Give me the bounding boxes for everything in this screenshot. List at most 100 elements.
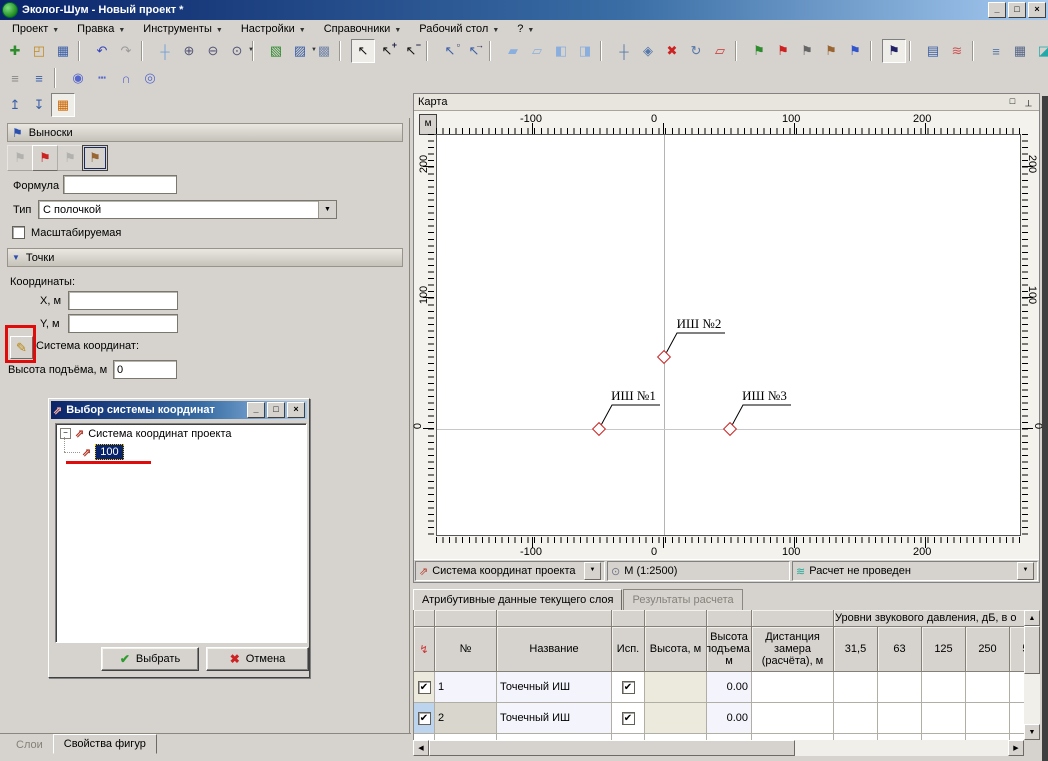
- panel-prev-button[interactable]: ↥: [3, 93, 27, 117]
- used-cell[interactable]: ✔: [612, 672, 645, 703]
- callout-marker-button[interactable]: ⚑: [819, 39, 843, 63]
- points-section-header[interactable]: ▼ Точки: [7, 248, 403, 267]
- row-number-cell[interactable]: 2: [435, 703, 497, 734]
- pick-figure-button[interactable]: ▩: [312, 39, 336, 63]
- layers-pack-button[interactable]: ≡: [3, 66, 27, 90]
- combine-xor-button[interactable]: ◨: [573, 39, 597, 63]
- level-cell[interactable]: [922, 703, 966, 734]
- callout-add-button[interactable]: ⚑: [7, 145, 33, 171]
- checkbox[interactable]: ✔: [622, 712, 635, 725]
- column-header-9[interactable]: 125: [922, 627, 966, 672]
- combine-intersect-button[interactable]: ◧: [549, 39, 573, 63]
- chevron-down-icon[interactable]: ▼: [318, 201, 336, 218]
- name-cell[interactable]: Точечный ИШ: [497, 703, 612, 734]
- checkbox[interactable]: ✔: [418, 681, 431, 694]
- map-canvas[interactable]: ИШ №1ИШ №2ИШ №3: [436, 134, 1021, 536]
- move-vertex-button[interactable]: ┼: [612, 39, 636, 63]
- coord-system-selector[interactable]: ⇗ Система координат проекта ▼: [415, 561, 605, 581]
- distance-cell[interactable]: [752, 672, 834, 703]
- zoom-in-button[interactable]: ⊕: [177, 39, 201, 63]
- add-figure-button[interactable]: ▧: [264, 39, 288, 63]
- column-header-3[interactable]: Исп.: [612, 627, 645, 672]
- callout-type-select[interactable]: С полочкой ▼: [38, 200, 337, 219]
- pan-tool-button[interactable]: ┼: [153, 39, 177, 63]
- lift-height-input[interactable]: [113, 360, 177, 379]
- callout-position-button[interactable]: ⚑: [843, 39, 867, 63]
- callout-delete-button[interactable]: ⚑: [32, 145, 58, 171]
- edit-polygon-button[interactable]: ▱: [708, 39, 732, 63]
- callout-marker-button[interactable]: ⚑: [82, 145, 108, 171]
- column-header-10[interactable]: 250: [966, 627, 1010, 672]
- scroll-left-icon[interactable]: ◀: [413, 740, 429, 756]
- cancel-button[interactable]: ✖ Отмена: [206, 647, 309, 671]
- level-cell[interactable]: [1010, 672, 1024, 703]
- menu-item-help[interactable]: ?▼: [511, 21, 540, 37]
- noise-area-source-button[interactable]: ◎: [138, 66, 162, 90]
- level-cell[interactable]: [922, 672, 966, 703]
- layers-book-button[interactable]: ≡: [27, 66, 51, 90]
- combine-subtract-button[interactable]: ▱: [525, 39, 549, 63]
- save-project-button[interactable]: ▦: [51, 39, 75, 63]
- column-header-4[interactable]: Высота, м: [645, 627, 707, 672]
- ruler-list-button[interactable]: ≡: [984, 39, 1008, 63]
- menu-item-desktop[interactable]: Рабочий стол▼: [413, 21, 505, 37]
- row-select-cell[interactable]: ✔: [414, 703, 435, 734]
- edit-contour-button[interactable]: ↻: [684, 39, 708, 63]
- select-copy-button[interactable]: ↖▫: [438, 39, 462, 63]
- redo-button[interactable]: ↷: [114, 39, 138, 63]
- level-cell[interactable]: [966, 672, 1010, 703]
- level-cell[interactable]: [834, 672, 878, 703]
- tab-calc-results[interactable]: Результаты расчета: [623, 589, 742, 610]
- x-input[interactable]: [68, 291, 178, 310]
- select-move-button[interactable]: ↖→: [462, 39, 486, 63]
- zoom-scale-button[interactable]: ⊙▼: [225, 39, 249, 63]
- menu-item-edit[interactable]: Правка▼: [71, 21, 131, 37]
- pin-icon[interactable]: ⊤: [1022, 96, 1035, 108]
- tree-node-root[interactable]: − ⇗ Система координат проекта: [60, 427, 232, 440]
- undo-button[interactable]: ↶: [90, 39, 114, 63]
- column-header-select[interactable]: ↯: [414, 627, 435, 672]
- select-button[interactable]: ✔ Выбрать: [101, 647, 199, 671]
- select-remove-button[interactable]: ↖−: [399, 39, 423, 63]
- used-cell[interactable]: ✔: [612, 703, 645, 734]
- column-header-11[interactable]: 500: [1010, 627, 1024, 672]
- close-button[interactable]: ×: [1028, 2, 1046, 18]
- callouts-section-header[interactable]: ⚑ Выноски: [7, 123, 403, 142]
- name-cell[interactable]: Точечный ИШ: [497, 672, 612, 703]
- open-project-button[interactable]: ◰: [27, 39, 51, 63]
- checkbox[interactable]: ✔: [418, 712, 431, 725]
- delete-figure-button[interactable]: ✖: [660, 39, 684, 63]
- row-number-cell[interactable]: 1: [435, 672, 497, 703]
- minimize-button[interactable]: _: [988, 2, 1006, 18]
- chevron-down-icon[interactable]: ▼: [248, 47, 254, 53]
- height-cell[interactable]: [645, 703, 707, 734]
- lift-cell[interactable]: 0.00: [707, 703, 752, 734]
- level-cell[interactable]: [878, 703, 922, 734]
- table-horizontal-scrollbar[interactable]: ◀ ▶: [413, 740, 1024, 756]
- tab-attribute-data[interactable]: Атрибутивные данные текущего слоя: [413, 589, 622, 611]
- select-add-button[interactable]: ↖+: [375, 39, 399, 63]
- formula-input[interactable]: [63, 175, 177, 194]
- level-cell[interactable]: [966, 703, 1010, 734]
- column-header-7[interactable]: 31,5: [834, 627, 878, 672]
- chevron-down-icon[interactable]: ▼: [1017, 562, 1034, 580]
- level-cell[interactable]: [878, 672, 922, 703]
- lift-cell[interactable]: 0.00: [707, 672, 752, 703]
- callout-add-button[interactable]: ⚑: [747, 39, 771, 63]
- dialog-minimize-button[interactable]: _: [247, 402, 265, 418]
- callout-text-button[interactable]: ⚑: [57, 145, 83, 171]
- scroll-right-icon[interactable]: ▶: [1008, 740, 1024, 756]
- tree-node-child[interactable]: ⇗ 100: [82, 444, 124, 460]
- callout-text-button[interactable]: ⚑: [795, 39, 819, 63]
- noise-line-source-button[interactable]: ┅: [90, 66, 114, 90]
- menu-item-project[interactable]: Проект▼: [6, 21, 65, 37]
- scalable-checkbox[interactable]: [12, 226, 25, 239]
- figure-props-button[interactable]: ▨▼: [288, 39, 312, 63]
- dialog-close-button[interactable]: ×: [287, 402, 305, 418]
- combine-union-button[interactable]: ▰: [501, 39, 525, 63]
- height-cell[interactable]: [645, 672, 707, 703]
- eraser-button[interactable]: ◪: [1032, 39, 1048, 63]
- noise-arc-source-button[interactable]: ∩: [114, 66, 138, 90]
- noise-chart-button[interactable]: ≋: [945, 39, 969, 63]
- select-tool-button[interactable]: ↖: [351, 39, 375, 63]
